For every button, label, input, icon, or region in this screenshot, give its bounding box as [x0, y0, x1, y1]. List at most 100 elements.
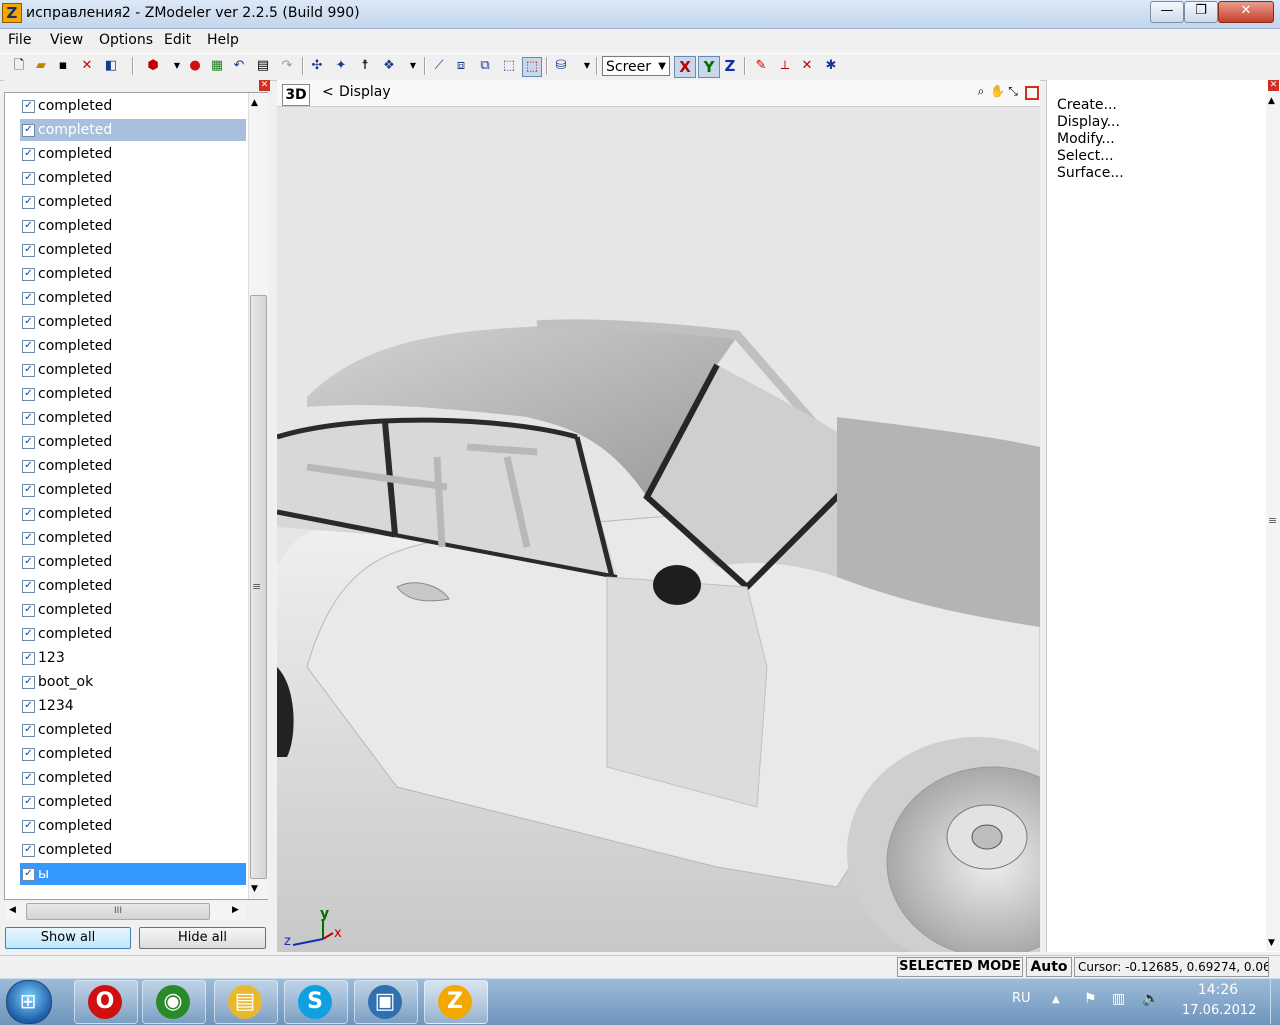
taskbar-app-photos[interactable]: ▣ [354, 980, 418, 1024]
close-button[interactable]: ✕ [1218, 1, 1274, 23]
screen-select[interactable]: Screer ▼ [602, 56, 670, 76]
taskbar-app-chrome[interactable]: ◉ [142, 980, 206, 1024]
visibility-checkbox[interactable]: ✓ [22, 796, 35, 809]
status-mode[interactable]: SELECTED MODE [897, 957, 1023, 977]
tray-expand-icon[interactable]: ▲ [1052, 994, 1060, 1005]
fit-view-icon[interactable]: ⤡ [1006, 84, 1020, 98]
cube-active-icon[interactable]: ⬚ [522, 57, 542, 77]
visibility-checkbox[interactable]: ✓ [22, 316, 35, 329]
viewport-mode-button[interactable]: 3D [282, 84, 310, 106]
menu-edit[interactable]: Edit [164, 32, 191, 48]
visibility-checkbox[interactable]: ✓ [22, 124, 35, 137]
merge-icon[interactable]: ◧ [102, 57, 120, 75]
list-item[interactable]: ✓ completed [20, 407, 246, 429]
list-item[interactable]: ✓ completed [20, 719, 246, 741]
visibility-checkbox[interactable]: ✓ [22, 196, 35, 209]
redo-icon[interactable]: ↷ [278, 57, 296, 75]
undo-stack-icon[interactable]: ⬢ [144, 57, 162, 75]
list-item[interactable]: ✓ completed [20, 143, 246, 165]
axis-x-button[interactable]: X [674, 56, 696, 78]
zoom-icon[interactable]: ⌕ [974, 84, 988, 98]
network-icon[interactable]: ▥ [1112, 991, 1125, 1007]
scroll-up-icon[interactable]: ▲ [251, 98, 258, 108]
box-alt-icon[interactable]: ⧉ [476, 57, 494, 75]
axes-icon[interactable]: ⟂ [776, 57, 794, 75]
open-folder-icon[interactable]: ▰ [32, 57, 50, 75]
back-arrow-icon[interactable]: < [322, 84, 334, 100]
scroll-down-icon[interactable]: ▼ [251, 884, 258, 894]
list-item[interactable]: ✓ completed [20, 383, 246, 405]
visibility-checkbox[interactable]: ✓ [22, 172, 35, 185]
list-item[interactable]: ✓ completed [20, 839, 246, 861]
scroll-right-icon[interactable]: ▶ [232, 905, 239, 915]
delete-icon[interactable]: ✕ [78, 57, 96, 75]
visibility-checkbox[interactable]: ✓ [22, 844, 35, 857]
status-auto[interactable]: Auto [1026, 957, 1072, 977]
visibility-checkbox[interactable]: ✓ [22, 772, 35, 785]
list-item[interactable]: ✓ completed [20, 287, 246, 309]
list-item[interactable]: ✓ completed [20, 359, 246, 381]
save-icon[interactable]: ▪ [54, 57, 72, 75]
close-icon[interactable]: ✕ [259, 80, 270, 91]
new-file-icon[interactable]: 🗋 [10, 57, 28, 75]
visibility-checkbox[interactable]: ✓ [22, 532, 35, 545]
list-item[interactable]: ✓ completed [20, 503, 246, 525]
pan-hand-icon[interactable]: ✋ [990, 84, 1005, 98]
dropdown-arrow-icon[interactable]: ▼ [168, 57, 186, 75]
list-item[interactable]: ✓ completed [20, 767, 246, 789]
list-item[interactable]: ✓ boot_ok [20, 671, 246, 693]
minimize-button[interactable]: — [1150, 1, 1184, 23]
dropdown-arrow-icon[interactable]: ▼ [404, 57, 422, 75]
show-all-button[interactable]: Show all [5, 927, 131, 949]
list-item[interactable]: ✓ ы [20, 863, 246, 885]
command-select[interactable]: Select... [1057, 148, 1114, 164]
visibility-checkbox[interactable]: ✓ [22, 748, 35, 761]
document-icon[interactable]: ▤ [254, 57, 272, 75]
list-item[interactable]: ✓ completed [20, 335, 246, 357]
visibility-checkbox[interactable]: ✓ [22, 292, 35, 305]
visibility-checkbox[interactable]: ✓ [22, 724, 35, 737]
list-item[interactable]: ✓ completed [20, 479, 246, 501]
visibility-checkbox[interactable]: ✓ [22, 652, 35, 665]
visibility-checkbox[interactable]: ✓ [22, 868, 35, 881]
visibility-checkbox[interactable]: ✓ [22, 412, 35, 425]
list-item[interactable]: ✓ completed [20, 551, 246, 573]
select-lasso-icon[interactable]: ⟋ [430, 57, 448, 75]
show-desktop-button[interactable] [1270, 979, 1280, 1024]
menu-view[interactable]: View [50, 32, 83, 48]
taskbar-app-explorer[interactable]: ▤ [214, 980, 278, 1024]
visibility-checkbox[interactable]: ✓ [22, 628, 35, 641]
visibility-checkbox[interactable]: ✓ [22, 820, 35, 833]
app-logo-icon[interactable]: Z [2, 3, 22, 23]
material-icon[interactable]: ⛁ [552, 57, 570, 75]
list-item[interactable]: ✓ completed [20, 743, 246, 765]
image-icon[interactable]: ▦ [208, 57, 226, 75]
axis-y-button[interactable]: Y [698, 56, 720, 78]
list-item[interactable]: ✓ completed [20, 119, 246, 141]
select-group-icon[interactable]: ❖ [380, 57, 398, 75]
taskbar-app-zmodeler[interactable]: Z [424, 980, 488, 1024]
tray-language[interactable]: RU [1012, 991, 1031, 1006]
axes-alt-icon[interactable]: ✕ [798, 57, 816, 75]
menu-options[interactable]: Options [99, 32, 153, 48]
command-display[interactable]: Display... [1057, 114, 1120, 130]
list-item[interactable]: ✓ 123 [20, 647, 246, 669]
visibility-checkbox[interactable]: ✓ [22, 244, 35, 257]
visibility-checkbox[interactable]: ✓ [22, 340, 35, 353]
scroll-down-icon[interactable]: ▼ [1268, 938, 1275, 948]
list-item[interactable]: ✓ completed [20, 791, 246, 813]
command-modify[interactable]: Modify... [1057, 131, 1115, 147]
list-item[interactable]: ✓ completed [20, 239, 246, 261]
undo-icon[interactable]: ↶ [230, 57, 248, 75]
visibility-checkbox[interactable]: ✓ [22, 460, 35, 473]
visibility-checkbox[interactable]: ✓ [22, 580, 35, 593]
list-item[interactable]: ✓ completed [20, 575, 246, 597]
box-icon[interactable]: ⧈ [452, 57, 470, 75]
visibility-checkbox[interactable]: ✓ [22, 484, 35, 497]
visibility-checkbox[interactable]: ✓ [22, 508, 35, 521]
visibility-checkbox[interactable]: ✓ [22, 388, 35, 401]
menu-file[interactable]: File [8, 32, 31, 48]
visibility-checkbox[interactable]: ✓ [22, 556, 35, 569]
list-item[interactable]: ✓ completed [20, 215, 246, 237]
visibility-checkbox[interactable]: ✓ [22, 364, 35, 377]
